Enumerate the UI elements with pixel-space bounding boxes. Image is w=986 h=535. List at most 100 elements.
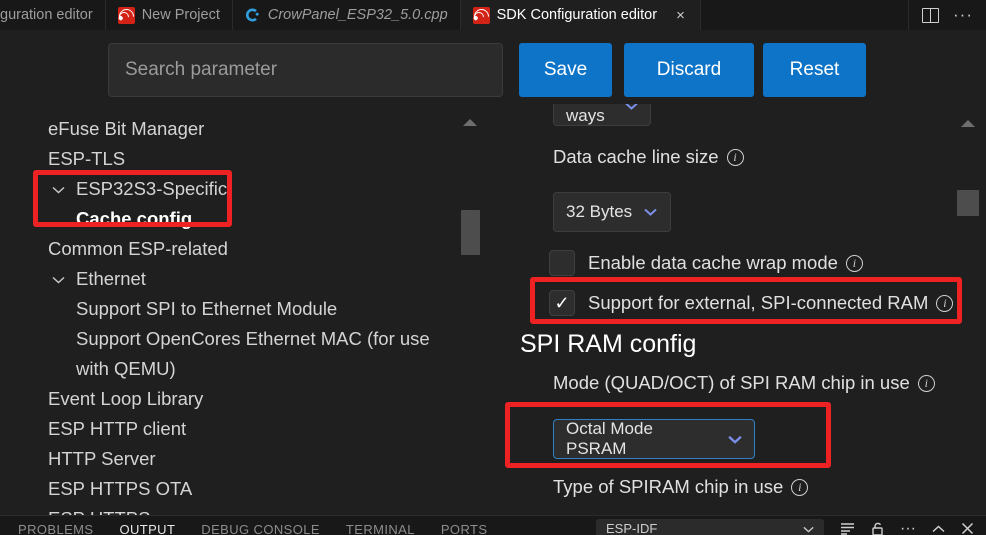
checkmark-icon: ✓ (554, 293, 569, 314)
editor-tab-label: New Project (142, 7, 220, 23)
tree-scrollbar-thumb[interactable] (461, 210, 480, 255)
close-panel-icon[interactable] (961, 522, 974, 535)
tree-item-cache-config[interactable]: Cache config (0, 204, 500, 234)
chevron-down-icon (625, 104, 638, 110)
spi-ram-config-section-title: SPI RAM config (520, 330, 696, 359)
data-cache-line-size-dropdown[interactable]: 32 Bytes (553, 192, 671, 232)
chevron-down-icon[interactable] (49, 264, 67, 294)
clear-output-icon[interactable] (840, 522, 855, 535)
tree-scroll-up-arrow[interactable] (463, 119, 477, 126)
vscode-window: guration editor New Project CrowPanel_ES… (0, 0, 986, 535)
output-channel-value: ESP-IDF (606, 521, 657, 535)
tree-item-support-opencores-ethernet-mac[interactable]: Support OpenCores Ethernet MAC (for use (0, 324, 500, 354)
info-icon[interactable]: i (918, 375, 935, 392)
spi-ram-mode-dropdown[interactable]: Octal Mode PSRAM (553, 419, 755, 459)
tree-item-common-esp-related[interactable]: Common ESP-related (0, 234, 500, 264)
discard-button[interactable]: Discard (624, 43, 754, 97)
panel-tab-ports[interactable]: PORTS (441, 514, 488, 535)
chevron-down-icon (728, 435, 742, 444)
output-channel-select[interactable]: ESP-IDF (596, 519, 824, 535)
label-text: Support for external, SPI-connected RAM (588, 292, 928, 314)
search-parameter-input[interactable]: Search parameter (108, 43, 503, 97)
editor-tab-crowpanel-cpp[interactable]: CrowPanel_ESP32_5.0.cpp (233, 0, 461, 30)
more-actions-icon[interactable]: ··· (900, 525, 916, 533)
cpp-file-icon (245, 7, 261, 23)
cache-ways-value: 8 ways (566, 104, 613, 126)
panel-tab-terminal[interactable]: TERMINAL (346, 514, 415, 535)
enable-data-cache-wrap-mode-label: Enable data cache wrap mode i (588, 252, 863, 274)
tree-item-label: HTTP Server (48, 444, 156, 474)
info-icon[interactable]: i (727, 149, 744, 166)
chevron-down-icon (803, 521, 814, 535)
panel-tab-output[interactable]: OUTPUT (119, 514, 175, 535)
reset-button[interactable]: Reset (763, 43, 866, 97)
panel-tab-debug-console[interactable]: DEBUG CONSOLE (201, 514, 320, 535)
tree-item-label: Cache config (76, 204, 192, 234)
more-actions-icon[interactable]: ··· (953, 10, 973, 20)
label-text: Data cache line size (553, 146, 719, 168)
config-menu-tree[interactable]: eFuse Bit Manager ESP-TLS ESP32S3-Specif… (0, 104, 500, 515)
editor-tab-label: CrowPanel_ESP32_5.0.cpp (268, 7, 448, 23)
config-scrollbar-thumb[interactable] (957, 190, 979, 216)
cache-ways-dropdown[interactable]: 8 ways (553, 104, 651, 126)
spi-connected-ram-support-label: Support for external, SPI-connected RAM … (588, 292, 953, 314)
spi-connected-ram-support-checkbox[interactable]: ✓ (549, 290, 575, 316)
lock-icon[interactable] (871, 522, 884, 535)
data-cache-line-size-value: 32 Bytes (566, 202, 632, 222)
espressif-icon (473, 7, 490, 24)
tree-item-event-loop-library[interactable]: Event Loop Library (0, 384, 500, 414)
tree-item-esp32s3-specific[interactable]: ESP32S3-Specific (0, 174, 500, 204)
spiram-type-label: Type of SPIRAM chip in use i (553, 476, 808, 498)
tree-item-efuse-bit-manager[interactable]: eFuse Bit Manager (0, 114, 500, 144)
editor-tab-label: guration editor (0, 7, 93, 23)
enable-data-cache-wrap-mode-row[interactable]: Enable data cache wrap mode i (549, 250, 863, 276)
tree-item-label: ESP HTTP client (48, 414, 186, 444)
tree-item-label: ESP-TLS (48, 144, 125, 174)
tree-item-label: Support OpenCores Ethernet MAC (for use (76, 324, 430, 354)
config-scroll-up-arrow[interactable] (961, 120, 975, 127)
tree-item-esp-https-ota[interactable]: ESP HTTPS OTA (0, 474, 500, 504)
tree-item-support-spi-to-ethernet-module[interactable]: Support SPI to Ethernet Module (0, 294, 500, 324)
enable-data-cache-wrap-mode-checkbox[interactable] (549, 250, 575, 276)
info-icon[interactable]: i (846, 255, 863, 272)
editor-actions: ··· (909, 0, 986, 30)
tree-item-ethernet[interactable]: Ethernet (0, 264, 500, 294)
info-icon[interactable]: i (936, 295, 953, 312)
label-text: Enable data cache wrap mode (588, 252, 838, 274)
spi-ram-mode-value: Octal Mode PSRAM (566, 419, 716, 459)
editor-tab-sdk-configuration-editor[interactable]: SDK Configuration editor × (461, 0, 701, 30)
close-tab-icon[interactable]: × (673, 8, 688, 23)
tree-item-label: ESP32S3-Specific (76, 174, 227, 204)
tree-item-label: Common ESP-related (48, 234, 228, 264)
tree-item-label: Support SPI to Ethernet Module (76, 294, 337, 324)
tree-item-label: eFuse Bit Manager (48, 114, 204, 144)
chevron-down-icon (644, 208, 657, 216)
editor-tab-bar: guration editor New Project CrowPanel_ES… (0, 0, 986, 30)
save-button[interactable]: Save (519, 43, 612, 97)
spi-ram-mode-label: Mode (QUAD/OCT) of SPI RAM chip in use i (553, 372, 935, 394)
espressif-icon (118, 7, 135, 24)
search-placeholder-text: Search parameter (125, 59, 277, 81)
panel-actions: ESP-IDF ··· (596, 513, 986, 535)
editor-tab-new-project[interactable]: New Project (106, 0, 233, 30)
tree-item-esp-http-client[interactable]: ESP HTTP client (0, 414, 500, 444)
tree-item-label: Event Loop Library (48, 384, 203, 414)
tree-item-label: Ethernet (76, 264, 146, 294)
info-icon[interactable]: i (791, 479, 808, 496)
tree-item-esp-tls[interactable]: ESP-TLS (0, 144, 500, 174)
spi-connected-ram-support-row[interactable]: ✓ Support for external, SPI-connected RA… (549, 290, 953, 316)
editor-tab-label: SDK Configuration editor (497, 7, 657, 23)
bottom-panel-bar: PROBLEMS OUTPUT DEBUG CONSOLE TERMINAL P… (0, 515, 986, 535)
tree-item-label-wrap: with QEMU) (0, 354, 500, 384)
tree-item-label: ESP HTTPS OTA (48, 474, 192, 504)
chevron-up-icon[interactable] (932, 525, 945, 533)
panel-tab-list: PROBLEMS OUTPUT DEBUG CONSOLE TERMINAL P… (0, 514, 487, 535)
config-details-panel: 8 ways Data cache line size i 32 Bytes E… (500, 104, 986, 515)
panel-tab-problems[interactable]: PROBLEMS (18, 514, 93, 535)
editor-tab-truncated[interactable]: guration editor (0, 0, 106, 30)
split-editor-icon[interactable] (922, 8, 939, 23)
chevron-down-icon[interactable] (49, 174, 67, 204)
tree-item-http-server[interactable]: HTTP Server (0, 444, 500, 474)
data-cache-line-size-label: Data cache line size i (553, 146, 744, 168)
tab-bar-spacer (701, 0, 909, 30)
